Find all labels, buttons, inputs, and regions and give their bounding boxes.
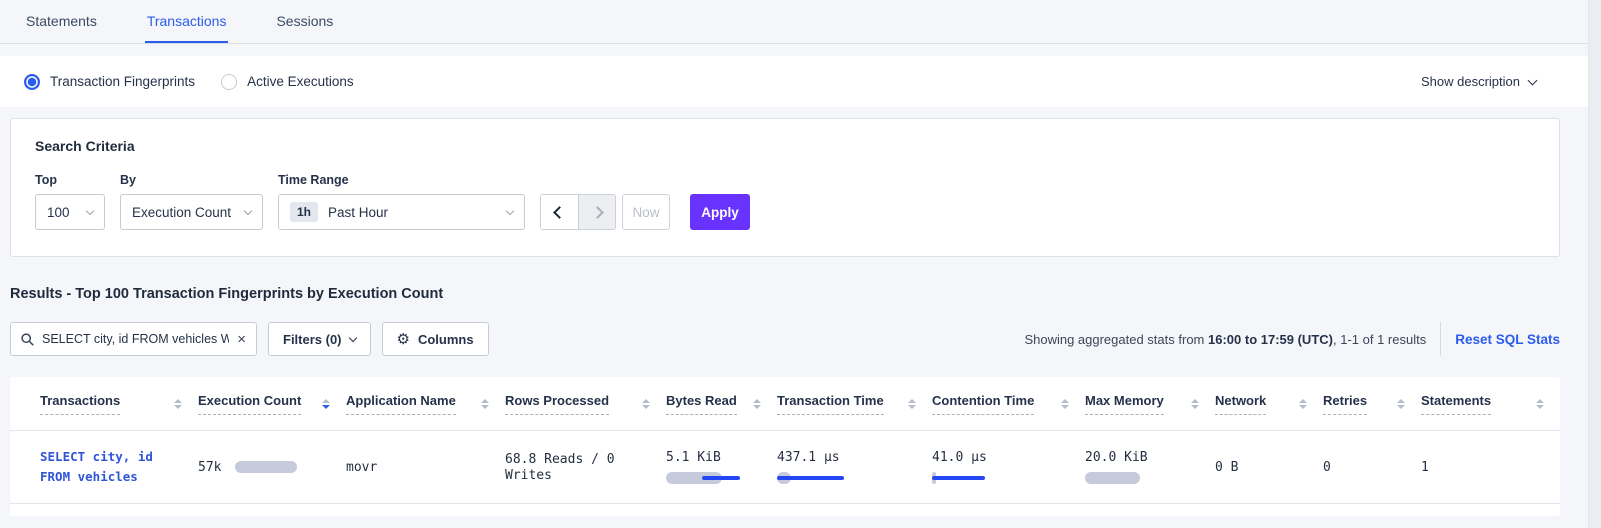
chevron-left-icon [553,206,566,219]
columns-label: Columns [418,332,474,347]
column-header-bytes-read[interactable]: Bytes Read [666,393,777,415]
cell-execution-count: 57k [198,460,346,475]
sql-search-input[interactable] [40,331,231,347]
results-heading: Results - Top 100 Transaction Fingerprin… [10,286,1601,302]
search-criteria-title: Search Criteria [35,138,1535,154]
contention-time-bar [932,472,1012,484]
page-tabs: Statements Transactions Sessions [0,0,1601,44]
top-label: Top [35,173,105,187]
by-select-value: Execution Count [132,205,231,220]
top-select-value: 100 [47,205,70,220]
cell-transaction-fingerprint: SELECT city, id FROM vehicles [40,447,198,487]
radio-selected-icon [24,74,40,90]
chevron-right-icon [591,206,604,219]
cell-network: 0 B [1215,459,1323,475]
filters-button[interactable]: Filters (0) [268,322,371,356]
chevron-down-icon [1528,75,1538,85]
sort-icon [481,399,489,409]
column-header-rows-processed[interactable]: Rows Processed [505,393,666,415]
filters-label: Filters (0) [283,332,342,347]
column-header-network[interactable]: Network [1215,393,1323,415]
show-description-toggle[interactable]: Show description [1421,74,1536,89]
table-header-row: Transactions Execution Count Application… [10,377,1560,431]
time-range-select[interactable]: 1h Past Hour [278,194,525,230]
max-memory-bar [1085,472,1145,484]
clear-search-icon[interactable]: × [237,332,246,347]
reset-sql-stats-link[interactable]: Reset SQL Stats [1455,332,1560,347]
sort-icon [908,399,916,409]
view-toggle-bar: Transaction Fingerprints Active Executio… [0,56,1601,107]
next-time-range-button[interactable] [578,195,615,229]
cell-transaction-time: 437.1 µs [777,450,932,484]
top-field: Top 100 [35,173,105,230]
aggregated-stats-text: Showing aggregated stats from 16:00 to 1… [1024,332,1426,347]
tab-statements[interactable]: Statements [24,0,99,43]
cell-rows-processed: 68.8 Reads / 0 Writes [505,451,666,483]
time-range-pager [540,194,616,230]
apply-button[interactable]: Apply [690,194,750,230]
column-header-retries[interactable]: Retries [1323,393,1421,415]
column-header-execution-count[interactable]: Execution Count [198,393,346,415]
sort-icon [1397,399,1405,409]
sort-icon [174,399,182,409]
previous-time-range-button[interactable] [541,195,578,229]
sort-icon [1061,399,1069,409]
column-header-statements[interactable]: Statements [1421,393,1560,415]
chevron-down-icon [244,206,252,214]
by-label: By [120,173,263,187]
cell-max-memory: 20.0 KiB [1085,450,1215,484]
cell-statements: 1 [1421,459,1560,475]
column-header-contention-time[interactable]: Contention Time [932,393,1085,415]
gear-icon: ⚙ [397,330,410,348]
radio-transaction-fingerprints[interactable]: Transaction Fingerprints [24,74,195,90]
now-button[interactable]: Now [622,194,670,230]
table-row: SELECT city, id FROM vehicles 57k movr 6… [10,431,1560,504]
column-header-transactions[interactable]: Transactions [40,393,198,415]
results-toolbar: × Filters (0) ⚙ Columns Showing aggregat… [10,322,1560,356]
by-field: By Execution Count [120,173,263,230]
toolbar-divider [1440,322,1441,356]
time-range-label: Time Range [278,173,525,187]
chevron-down-icon [506,206,514,214]
chevron-down-icon [348,333,356,341]
sort-icon [642,399,650,409]
sql-search-box: × [10,322,257,356]
time-range-field: Time Range 1h Past Hour [278,173,525,230]
search-icon [21,333,34,346]
radio-unselected-icon [221,74,237,90]
transaction-fingerprint-link[interactable]: SELECT city, id FROM vehicles [40,447,198,487]
columns-button[interactable]: ⚙ Columns [382,322,489,356]
by-select[interactable]: Execution Count [120,194,263,230]
tab-transactions[interactable]: Transactions [145,0,229,43]
cell-bytes-read: 5.1 KiB [666,450,777,484]
radio-label: Active Executions [247,74,354,89]
search-criteria-card: Search Criteria Top 100 By Execution Cou… [10,118,1560,257]
stats-time-range: 16:00 to 17:59 (UTC) [1208,332,1333,347]
sort-icon [1191,399,1199,409]
column-header-application-name[interactable]: Application Name [346,393,505,415]
results-table: Transactions Execution Count Application… [10,377,1560,516]
radio-label: Transaction Fingerprints [50,74,195,89]
sort-icon [1299,399,1307,409]
top-select[interactable]: 100 [35,194,105,230]
transaction-time-bar [777,472,857,484]
scrollbar[interactable] [1588,0,1601,528]
cell-application-name: movr [346,459,505,475]
cell-retries: 0 [1323,459,1421,475]
column-header-transaction-time[interactable]: Transaction Time [777,393,932,415]
chevron-down-icon [86,206,94,214]
time-range-badge: 1h [290,202,318,222]
time-range-value: Past Hour [328,205,388,220]
column-header-max-memory[interactable]: Max Memory [1085,393,1215,415]
cell-contention-time: 41.0 µs [932,450,1085,484]
sort-icon [753,399,761,409]
show-description-label: Show description [1421,74,1520,89]
sort-desc-icon [322,399,330,409]
bytes-read-bar [666,472,746,484]
execution-count-bar [235,461,297,473]
sort-icon [1536,399,1544,409]
radio-active-executions[interactable]: Active Executions [221,74,354,90]
tab-sessions[interactable]: Sessions [274,0,335,43]
